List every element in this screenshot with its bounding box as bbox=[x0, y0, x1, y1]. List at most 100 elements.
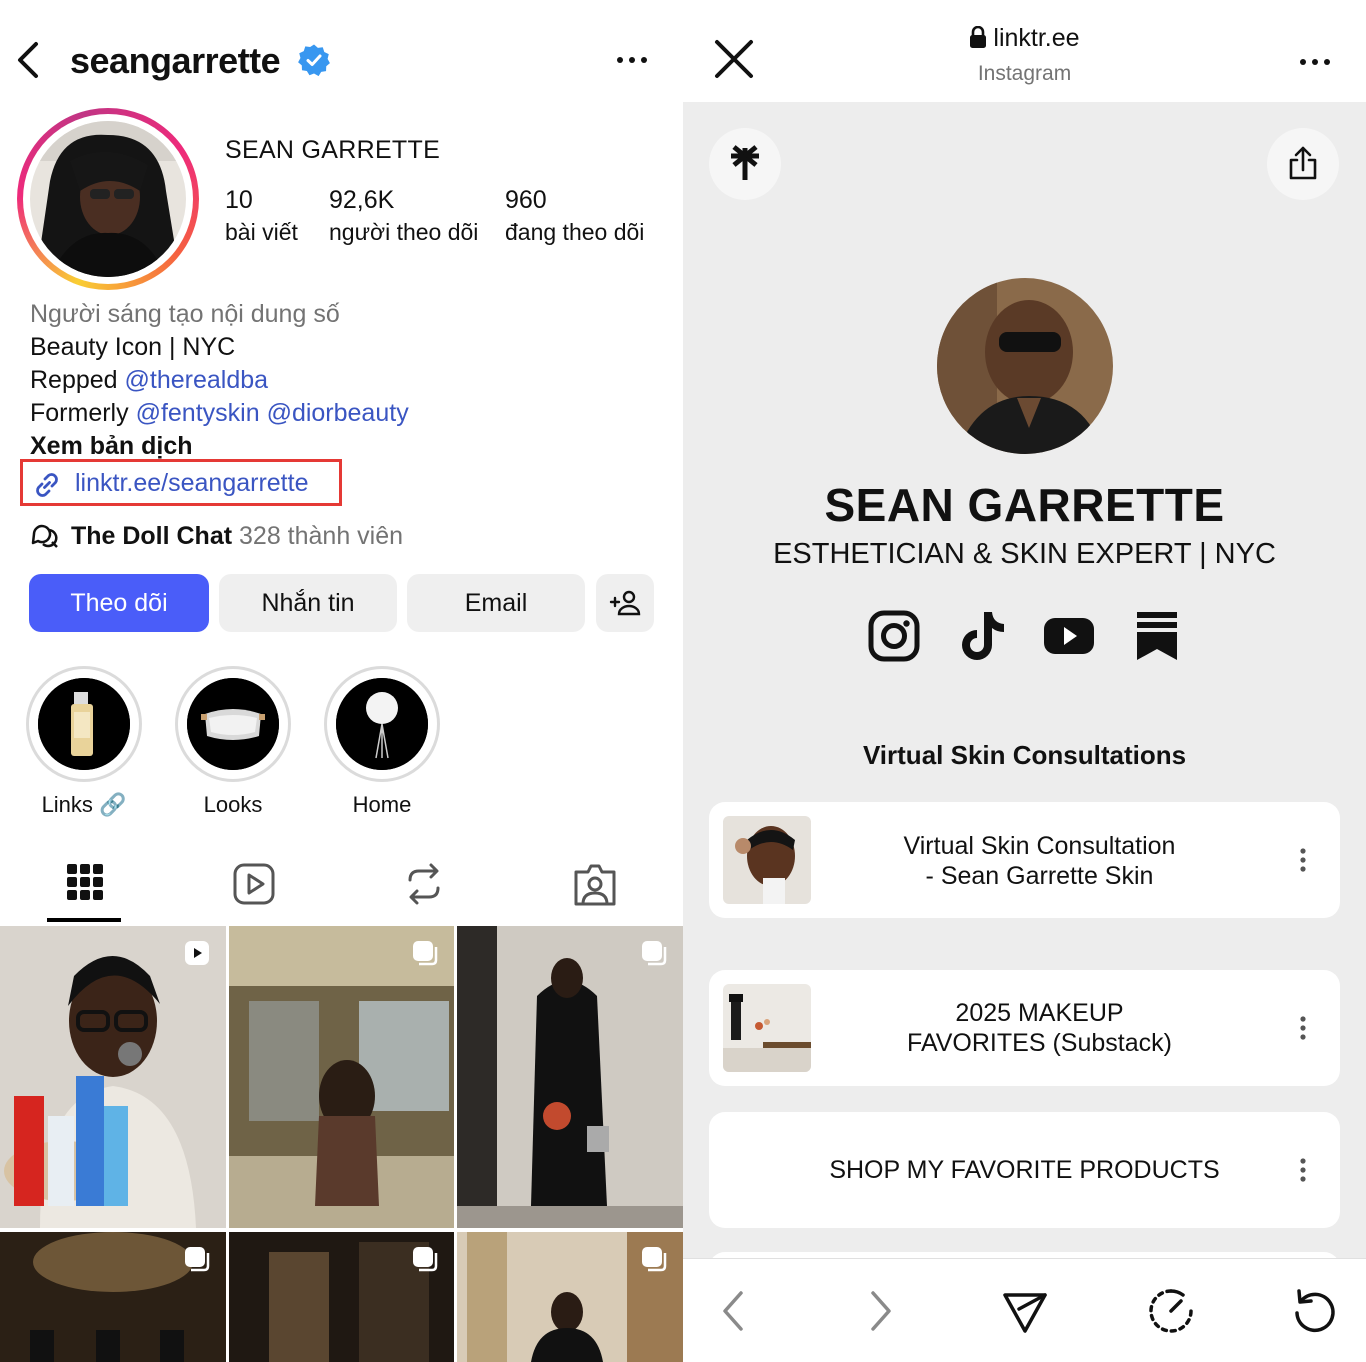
bio-link-url: linktr.ee/seangarrette bbox=[75, 469, 309, 497]
active-tab-indicator bbox=[47, 918, 121, 922]
linktree-avatar bbox=[937, 278, 1113, 454]
refresh-icon[interactable] bbox=[1287, 1283, 1343, 1339]
mention-fentyskin[interactable]: @fentyskin bbox=[136, 399, 260, 427]
tiktok-icon[interactable] bbox=[954, 608, 1010, 664]
forward-icon[interactable] bbox=[851, 1283, 907, 1339]
highlight-links[interactable]: Links 🔗 bbox=[25, 666, 143, 818]
linktree-logo-icon bbox=[731, 145, 759, 180]
send-icon[interactable] bbox=[997, 1283, 1053, 1339]
stat-following-value: 960 bbox=[505, 186, 547, 214]
verified-badge-icon bbox=[298, 44, 330, 76]
link-card-title: Virtual Skin Consultation - Sean Garrett… bbox=[819, 831, 1260, 891]
stat-posts-label: bài viết bbox=[225, 219, 298, 245]
tagged-tab-icon[interactable] bbox=[555, 860, 635, 920]
mention-diorbeauty[interactable]: @diorbeauty bbox=[267, 399, 409, 427]
add-person-icon bbox=[609, 590, 641, 616]
back-arrow-icon[interactable] bbox=[14, 38, 44, 82]
suggested-users-button[interactable] bbox=[596, 574, 654, 632]
lock-icon bbox=[970, 26, 987, 48]
instagram-profile-panel: seangarrette SEAN GARRETTE 10 bài viết 9… bbox=[0, 0, 683, 1362]
profile-avatar[interactable] bbox=[17, 108, 199, 290]
share-icon bbox=[1289, 146, 1317, 180]
highlight-looks-label: Looks bbox=[203, 792, 263, 817]
reels-tab-icon[interactable] bbox=[214, 860, 294, 920]
post-tile[interactable] bbox=[457, 926, 683, 1228]
browser-url-text: linktr.ee bbox=[993, 24, 1080, 52]
link-card-makeup-favorites[interactable]: 2025 MAKEUP FAVORITES (Substack) bbox=[709, 970, 1340, 1086]
activity-timer-icon[interactable] bbox=[1143, 1283, 1199, 1339]
back-icon[interactable] bbox=[707, 1283, 763, 1339]
bio-line-1: Beauty Icon | NYC bbox=[30, 333, 236, 361]
kebab-menu-icon[interactable] bbox=[1298, 1014, 1308, 1042]
youtube-icon[interactable] bbox=[1041, 608, 1097, 664]
stat-posts: 10 bài viết bbox=[225, 186, 298, 246]
broadcast-channel[interactable]: The Doll Chat 328 thành viên bbox=[30, 520, 403, 551]
bio-link[interactable]: linktr.ee/seangarrette bbox=[20, 459, 342, 506]
highlight-home[interactable]: Home bbox=[323, 666, 441, 818]
link-card-title: 2025 MAKEUP FAVORITES (Substack) bbox=[819, 998, 1260, 1058]
linktree-name: SEAN GARRETTE bbox=[824, 479, 1225, 531]
link-card-title-line-1: Virtual Skin Consultation bbox=[903, 832, 1176, 860]
link-card-title-line-2: FAVORITES (Substack) bbox=[907, 1029, 1172, 1057]
message-button[interactable]: Nhắn tin bbox=[219, 574, 397, 632]
post-tile[interactable] bbox=[457, 1232, 683, 1362]
instagram-icon[interactable] bbox=[866, 608, 922, 664]
post-tile[interactable] bbox=[229, 926, 454, 1228]
highlight-home-label: Home bbox=[352, 792, 412, 817]
post-tile[interactable] bbox=[229, 1232, 454, 1362]
browser-bottom-bar bbox=[683, 1258, 1366, 1362]
linktree-tagline: ESTHETICIAN & SKIN EXPERT | NYC bbox=[773, 538, 1276, 570]
share-button[interactable] bbox=[1267, 128, 1339, 200]
link-icon bbox=[36, 473, 58, 497]
channel-members: 328 thành viên bbox=[239, 522, 404, 550]
link-card-virtual-consultation[interactable]: Virtual Skin Consultation - Sean Garrett… bbox=[709, 802, 1340, 918]
kebab-menu-icon[interactable] bbox=[1298, 846, 1308, 874]
stat-following[interactable]: 960 đang theo dõi bbox=[505, 186, 644, 246]
linktree-logo-button[interactable] bbox=[709, 128, 781, 200]
avatar-photo bbox=[30, 121, 186, 277]
posts-grid bbox=[0, 926, 683, 1362]
mention-therealdba[interactable]: @therealdba bbox=[125, 366, 269, 394]
more-options-icon[interactable] bbox=[1295, 44, 1335, 80]
stat-followers-label: người theo dõi bbox=[329, 219, 479, 245]
linktree-browser-panel: linktr.ee Instagram SEAN GARRETTE ESTHET… bbox=[683, 0, 1366, 1362]
post-tile[interactable] bbox=[0, 926, 226, 1228]
browser-source-label: Instagram bbox=[977, 62, 1072, 85]
links-section-title: Virtual Skin Consultations bbox=[862, 740, 1187, 770]
profile-username: seangarrette bbox=[70, 40, 281, 81]
link-card-shop-products[interactable]: SHOP MY FAVORITE PRODUCTS bbox=[709, 1112, 1340, 1228]
profile-header: seangarrette bbox=[0, 28, 683, 94]
follow-button[interactable]: Theo dõi bbox=[29, 574, 209, 632]
bio-line-2: Repped @therealdba bbox=[30, 364, 409, 397]
bio-line-3: Formerly @fentyskin @diorbeauty bbox=[30, 397, 409, 430]
browser-top-bar: linktr.ee Instagram bbox=[683, 0, 1366, 102]
substack-icon[interactable] bbox=[1129, 608, 1185, 664]
channel-chat-icon bbox=[31, 524, 58, 548]
carousel-badge-icon bbox=[642, 1247, 667, 1272]
stat-followers-value: 92,6K bbox=[329, 186, 395, 214]
highlight-home-cover bbox=[336, 678, 428, 770]
profile-bio: Người sáng tạo nội dung số Beauty Icon |… bbox=[30, 298, 409, 463]
email-button[interactable]: Email bbox=[407, 574, 585, 632]
channel-name: The Doll Chat bbox=[70, 522, 233, 550]
stat-followers[interactable]: 92,6K người theo dõi bbox=[329, 186, 478, 246]
more-options-icon[interactable] bbox=[612, 42, 652, 78]
posts-grid-tab-icon[interactable] bbox=[45, 860, 125, 920]
carousel-badge-icon bbox=[413, 941, 438, 966]
highlight-links-label: Links 🔗 bbox=[41, 792, 127, 817]
stat-posts-value: 10 bbox=[225, 186, 253, 214]
reel-badge-icon bbox=[185, 941, 209, 965]
bio-line-3-prefix: Formerly bbox=[30, 399, 129, 427]
kebab-menu-icon[interactable] bbox=[1298, 1156, 1308, 1184]
link-card-title: SHOP MY FAVORITE PRODUCTS bbox=[829, 1156, 1220, 1184]
reposts-tab-icon[interactable] bbox=[384, 860, 464, 920]
bio-line-2-prefix: Repped bbox=[30, 366, 118, 394]
highlight-looks[interactable]: Looks bbox=[174, 666, 292, 818]
link-card-title-line-2: - Sean Garrette Skin bbox=[925, 862, 1154, 890]
browser-url: linktr.ee bbox=[683, 24, 1366, 53]
post-tile[interactable] bbox=[0, 1232, 226, 1362]
highlight-looks-cover bbox=[187, 678, 279, 770]
carousel-badge-icon bbox=[413, 1247, 438, 1272]
link-card-thumbnail bbox=[723, 816, 811, 904]
carousel-badge-icon bbox=[642, 941, 667, 966]
